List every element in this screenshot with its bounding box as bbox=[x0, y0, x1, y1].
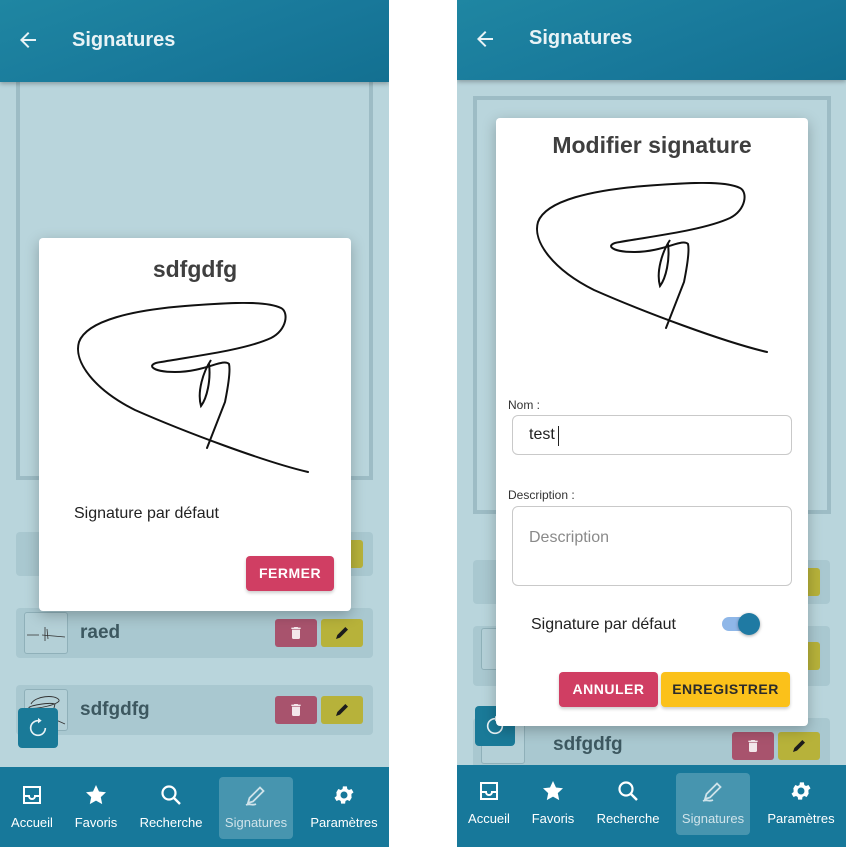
nav-item-recherche[interactable]: Recherche bbox=[590, 765, 666, 847]
signature-name: sdfgdfg bbox=[553, 734, 623, 755]
default-signature-label: Signature par défaut bbox=[74, 505, 219, 522]
refresh-icon bbox=[29, 717, 47, 737]
signature-image bbox=[536, 182, 768, 353]
toggle-thumb bbox=[738, 613, 760, 635]
cancel-button[interactable]: ANNULER bbox=[559, 672, 658, 707]
back-arrow-icon[interactable] bbox=[473, 27, 497, 51]
screen-signature-edit: Signatures sdfgdfg Modifier signature No… bbox=[457, 0, 846, 847]
pencil-icon bbox=[793, 740, 805, 752]
trash-icon bbox=[291, 704, 301, 716]
star-icon bbox=[543, 781, 563, 801]
default-signature-toggle[interactable] bbox=[722, 613, 762, 635]
bottom-navigation: Accueil Favoris Recherche Signatures Par… bbox=[457, 765, 846, 847]
nav-item-favoris[interactable]: Favoris bbox=[64, 767, 128, 847]
list-item[interactable]: sdfgdfg bbox=[16, 685, 373, 735]
edit-signature-dialog: Modifier signature Nom : test Descriptio… bbox=[496, 118, 808, 726]
edit-button[interactable] bbox=[321, 696, 363, 724]
signature-name: sdfgdfg bbox=[80, 699, 150, 720]
signature-dialog: sdfgdfg Signature par défaut FERMER bbox=[39, 238, 351, 611]
trash-icon bbox=[291, 627, 301, 639]
description-label: Description : bbox=[508, 488, 575, 502]
inbox-icon bbox=[23, 786, 41, 804]
description-placeholder: Description bbox=[529, 529, 610, 546]
signature-image bbox=[77, 302, 309, 473]
search-icon bbox=[618, 781, 638, 801]
bottom-navigation: Accueil Favoris Recherche Signatures Par… bbox=[0, 767, 389, 847]
dialog-title: Modifier signature bbox=[552, 132, 752, 158]
nav-item-signatures[interactable]: Signatures bbox=[219, 777, 293, 839]
nav-item-parametres[interactable]: Paramètres bbox=[303, 767, 385, 847]
save-button[interactable]: ENREGISTRER bbox=[661, 672, 790, 707]
description-field[interactable]: Description bbox=[512, 506, 792, 586]
name-field[interactable]: test bbox=[512, 415, 792, 455]
nav-item-recherche[interactable]: Recherche bbox=[133, 767, 209, 847]
delete-button[interactable] bbox=[275, 696, 317, 724]
page-title: Signatures bbox=[529, 27, 633, 49]
search-icon bbox=[161, 785, 181, 805]
edit-button[interactable] bbox=[778, 732, 820, 760]
pen-icon bbox=[245, 786, 265, 806]
name-value: test bbox=[529, 426, 555, 443]
list-item[interactable]: raed bbox=[16, 608, 373, 658]
gear-icon bbox=[334, 786, 354, 804]
close-button[interactable]: FERMER bbox=[246, 556, 334, 591]
edit-button[interactable] bbox=[321, 619, 363, 647]
nav-item-parametres[interactable]: Paramètres bbox=[760, 765, 842, 847]
screen-signature-view: Signatures raed sdfgdfg sdfgdfg Signatur… bbox=[0, 0, 389, 847]
nav-item-favoris[interactable]: Favoris bbox=[521, 765, 585, 847]
signature-thumbnail bbox=[24, 612, 68, 654]
inbox-icon bbox=[480, 782, 498, 800]
name-label: Nom : bbox=[508, 398, 541, 412]
back-arrow-icon[interactable] bbox=[16, 28, 40, 52]
gear-icon bbox=[791, 782, 811, 800]
nav-item-accueil[interactable]: Accueil bbox=[457, 765, 521, 847]
text-cursor bbox=[558, 426, 559, 446]
app-bar: Signatures bbox=[0, 0, 389, 82]
app-bar: Signatures bbox=[457, 0, 846, 80]
default-signature-label: Signature par défaut bbox=[531, 616, 676, 633]
star-icon bbox=[86, 785, 106, 805]
refresh-button[interactable] bbox=[18, 708, 58, 748]
pencil-icon bbox=[336, 627, 348, 639]
trash-icon bbox=[748, 740, 758, 752]
signature-name: raed bbox=[80, 622, 121, 643]
pencil-icon bbox=[336, 704, 348, 716]
nav-item-accueil[interactable]: Accueil bbox=[0, 767, 64, 847]
delete-button[interactable] bbox=[732, 732, 774, 760]
dialog-title: sdfgdfg bbox=[152, 256, 238, 282]
pen-icon bbox=[702, 782, 722, 802]
page-title: Signatures bbox=[72, 29, 176, 51]
nav-item-signatures[interactable]: Signatures bbox=[676, 773, 750, 835]
delete-button[interactable] bbox=[275, 619, 317, 647]
